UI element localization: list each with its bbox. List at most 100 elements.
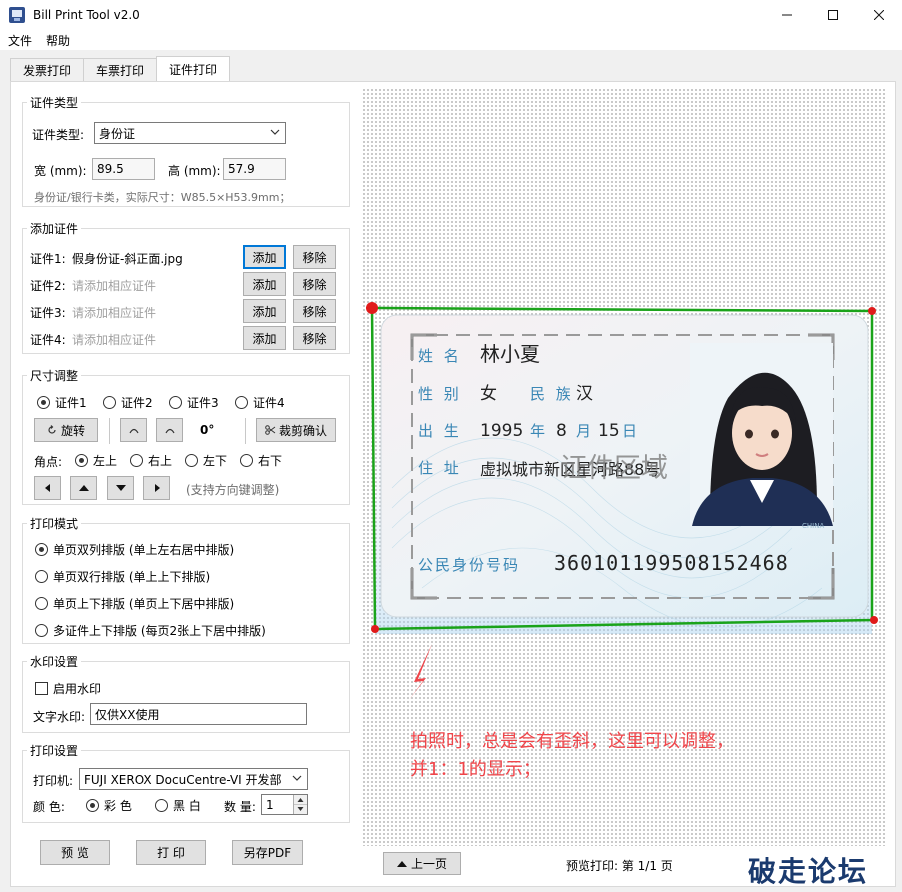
cert3-placeholder: 请添加相应证件: [72, 306, 157, 320]
radio-corner-bottom-left-label: 左下: [203, 454, 228, 468]
corner-handle-bottom-left[interactable]: [371, 625, 379, 633]
radio-black-white[interactable]: 黑 白: [155, 797, 201, 814]
stepper-buttons[interactable]: [293, 795, 307, 814]
crop-confirm-button[interactable]: 裁剪确认: [256, 418, 336, 442]
print-settings-group-title: 打印设置: [27, 742, 82, 759]
height-field[interactable]: 57.9: [223, 158, 286, 180]
cert3-label: 证件3:: [30, 306, 66, 320]
radio-cert4-label: 证件4: [253, 396, 285, 410]
cert2-add-button[interactable]: 添加: [243, 272, 286, 296]
title-bar: Bill Print Tool v2.0: [0, 0, 902, 30]
radio-print-mode-4[interactable]: 多证件上下排版 (每页2张上下居中排版): [35, 622, 266, 639]
move-up-button[interactable]: [70, 476, 97, 500]
annotation-line-2: 并1：1的显示；: [410, 759, 541, 780]
cert1-file: 假身份证-斜正面.jpg: [72, 252, 183, 266]
card-birth-label: 出 生: [418, 422, 462, 440]
cert1-remove-button[interactable]: 移除: [293, 245, 336, 269]
arrow-down-icon: [115, 485, 126, 491]
card-birth-year-unit: 年: [530, 422, 545, 440]
rotate-icon: [48, 425, 56, 434]
radio-indicator: [240, 454, 253, 467]
window-controls: [764, 0, 902, 30]
move-right-button[interactable]: [143, 476, 170, 500]
close-button[interactable]: [856, 0, 902, 30]
print-mode-2-label: 单页双行排版 (单上上下排版): [53, 570, 211, 584]
triangle-up-icon: [396, 860, 407, 867]
radio-corner-bottom-right-label: 右下: [258, 454, 283, 468]
printer-select[interactable]: FUJI XEROX DocuCentre-VI 开发部: [79, 768, 308, 790]
radio-cert3[interactable]: 证件3: [169, 394, 219, 411]
size-adjust-group-title: 尺寸调整: [27, 367, 82, 384]
size-adjust-group: 尺寸调整 证件1 证件2 证件3 证件4 旋转 0° 裁剪确认 角点: 左上 右…: [22, 367, 350, 505]
watermark-group-title: 水印设置: [27, 653, 82, 670]
corner-label: 角点:: [34, 455, 63, 469]
width-field[interactable]: 89.5: [92, 158, 155, 180]
angle-readout: 0°: [200, 423, 215, 437]
radio-cert2-label: 证件2: [121, 396, 153, 410]
menu-file[interactable]: 文件: [8, 32, 32, 49]
cert4-placeholder: 请添加相应证件: [72, 333, 157, 347]
quantity-label: 数 量:: [224, 800, 256, 814]
cert3-remove-button[interactable]: 移除: [293, 299, 336, 323]
card-birth-year: 1995: [480, 421, 523, 441]
radio-indicator: [185, 454, 198, 467]
arrow-left-icon: [44, 484, 50, 492]
cert-type-select[interactable]: 身份证: [94, 122, 286, 144]
checkbox-box: [35, 682, 48, 695]
crop-confirm-label: 裁剪确认: [278, 423, 327, 438]
maximize-button[interactable]: [810, 0, 856, 30]
print-button[interactable]: 打 印: [136, 840, 206, 865]
prev-page-label: 上一页: [410, 857, 447, 871]
rotate-button[interactable]: 旋转: [34, 418, 98, 442]
radio-indicator: [35, 597, 48, 610]
radio-corner-bottom-right[interactable]: 右下: [240, 452, 282, 469]
minimize-button[interactable]: [764, 0, 810, 30]
minimize-icon: [782, 14, 792, 16]
radio-corner-top-right-label: 右上: [148, 454, 173, 468]
chevron-down-icon: [270, 129, 280, 135]
toolbar-separator: [109, 418, 110, 444]
cert4-add-button[interactable]: 添加: [243, 326, 286, 350]
corner-handle-bottom-right[interactable]: [870, 616, 878, 624]
cert1-add-button[interactable]: 添加: [243, 245, 286, 269]
card-address-label: 住 址: [418, 459, 462, 477]
radio-cert4[interactable]: 证件4: [235, 394, 285, 411]
preview-canvas[interactable]: 姓 名 林小夏 性 别 女 民 族 汉 出 生 1995 年 8 月 15 日 …: [362, 88, 886, 846]
tab-invoice-print[interactable]: 发票打印: [10, 58, 85, 82]
cert4-remove-button[interactable]: 移除: [293, 326, 336, 350]
cert3-add-button[interactable]: 添加: [243, 299, 286, 323]
preview-button[interactable]: 预 览: [40, 840, 110, 865]
radio-corner-bottom-left[interactable]: 左下: [185, 452, 227, 469]
quantity-stepper[interactable]: 1: [261, 794, 308, 815]
save-pdf-button[interactable]: 另存PDF: [232, 840, 303, 865]
radio-print-mode-2[interactable]: 单页双行排版 (单上上下排版): [35, 568, 210, 585]
tab-strip: 发票打印 车票打印 证件打印: [10, 56, 231, 82]
radio-indicator: [75, 454, 88, 467]
tab-id-print[interactable]: 证件打印: [156, 56, 231, 82]
menu-help[interactable]: 帮助: [46, 32, 70, 49]
corner-handle-top-right[interactable]: [868, 307, 876, 315]
height-label: 高 (mm):: [168, 164, 221, 178]
rotate-left-button[interactable]: [120, 418, 147, 442]
enable-watermark-checkbox[interactable]: 启用水印: [35, 680, 101, 697]
prev-page-button[interactable]: 上一页: [383, 852, 461, 875]
color-label: 颜 色:: [33, 800, 65, 814]
card-sex-value: 女: [480, 384, 497, 404]
radio-corner-top-left[interactable]: 左上: [75, 452, 117, 469]
cert-area-overlay-text: 证件区域: [560, 453, 668, 484]
radio-corner-top-right[interactable]: 右上: [130, 452, 172, 469]
card-china-text: CHINA: [802, 522, 824, 530]
radio-print-mode-1[interactable]: 单页双列排版 (单上左右居中排版): [35, 541, 234, 558]
move-down-button[interactable]: [107, 476, 134, 500]
radio-print-mode-3[interactable]: 单页上下排版 (单页上下居中排版): [35, 595, 234, 612]
radio-cert2[interactable]: 证件2: [103, 394, 153, 411]
corner-handle-top-left[interactable]: [366, 302, 378, 314]
radio-cert1[interactable]: 证件1: [37, 394, 87, 411]
watermark-text-field[interactable]: 仅供XX使用: [90, 703, 307, 725]
radio-color[interactable]: 彩 色: [86, 797, 132, 814]
rotate-right-button[interactable]: [156, 418, 183, 442]
portrait-photo: CHINA: [690, 343, 833, 530]
tab-ticket-print[interactable]: 车票打印: [83, 58, 158, 82]
cert2-remove-button[interactable]: 移除: [293, 272, 336, 296]
move-left-button[interactable]: [34, 476, 61, 500]
